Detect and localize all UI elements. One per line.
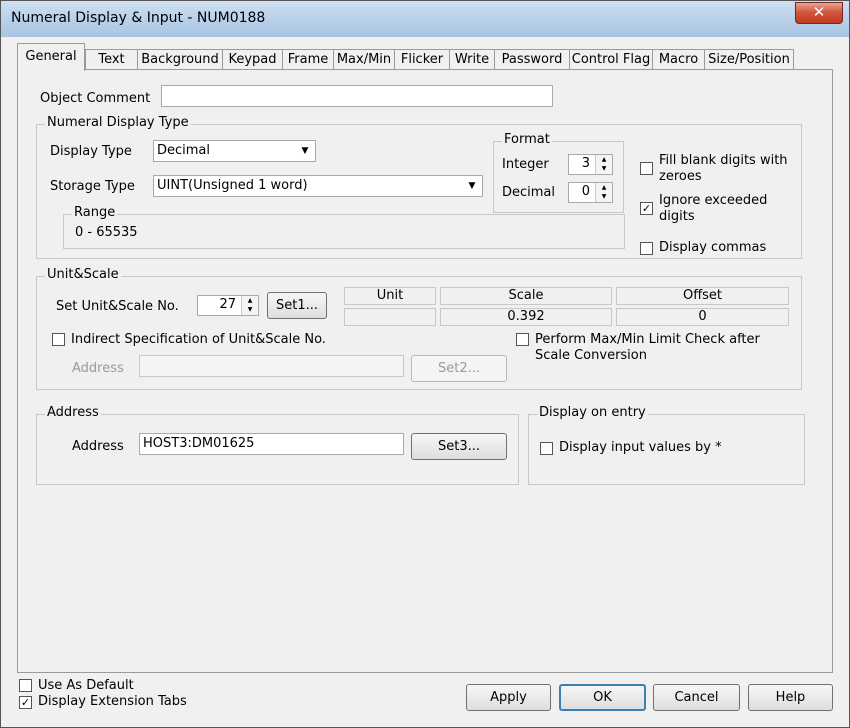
display-type-label: Display Type [50, 144, 132, 159]
unit-scale-title: Unit&Scale [45, 267, 121, 282]
spin-up-icon: ▲ [247, 297, 253, 304]
numeral-display-type-group: Numeral Display Type Display Type Decima… [36, 115, 802, 259]
storage-type-label: Storage Type [50, 179, 135, 194]
unit-scale-no-stepper[interactable]: 27 ▲ ▼ [197, 295, 259, 316]
tab-password[interactable]: Password [494, 49, 570, 70]
decimal-stepper[interactable]: 0 ▲ ▼ [568, 182, 613, 203]
perform-check-label-line1: Perform Max/Min Limit Check after [535, 332, 760, 347]
object-comment-label: Object Comment [40, 91, 151, 106]
address-group-title: Address [45, 405, 101, 420]
fill-blank-label: Fill blank digits with zeroes [659, 153, 788, 185]
close-button[interactable]: ✕ [795, 2, 843, 24]
use-as-default-label: Use As Default [38, 678, 134, 693]
indirect-spec-checkbox[interactable] [52, 333, 65, 346]
display-ext-tabs-label: Display Extension Tabs [38, 694, 187, 709]
display-input-values-checkbox[interactable] [540, 442, 553, 455]
integer-value: 3 [581, 156, 590, 171]
tab-max-min[interactable]: Max/Min [333, 49, 395, 70]
tab-macro[interactable]: Macro [652, 49, 705, 70]
offset-header: Offset [616, 287, 789, 305]
scale-header: Scale [440, 287, 612, 305]
chevron-down-icon: ▼ [468, 181, 476, 191]
fill-blank-label-line1: Fill blank digits with [659, 153, 788, 168]
unit-scale-address-input[interactable] [139, 355, 404, 377]
set3-button[interactable]: Set3... [411, 433, 507, 460]
ignore-exceeded-checkbox[interactable]: ✓ [640, 202, 653, 215]
decimal-label: Decimal [502, 185, 556, 200]
fill-blank-label-line2: zeroes [659, 169, 702, 184]
perform-check-label-line2: Scale Conversion [535, 348, 647, 363]
integer-stepper[interactable]: 3 ▲ ▼ [568, 154, 613, 175]
display-type-value: Decimal [157, 143, 211, 158]
fill-blank-checkbox[interactable] [640, 162, 653, 175]
tab-flicker[interactable]: Flicker [394, 49, 450, 70]
ok-button[interactable]: OK [559, 684, 646, 711]
dialog-client: General Text Background Keypad Frame Max… [9, 37, 841, 721]
spin-buttons[interactable]: ▲ ▼ [595, 183, 612, 202]
object-comment-input[interactable] [161, 85, 553, 107]
spin-buttons[interactable]: ▲ ▼ [595, 155, 612, 174]
display-ext-tabs-checkbox[interactable]: ✓ [19, 696, 32, 709]
display-input-values-label: Display input values by * [559, 440, 722, 455]
ignore-exceeded-label: Ignore exceeded digits [659, 193, 767, 225]
chevron-down-icon: ▼ [301, 146, 309, 156]
window-title: Numeral Display & Input - NUM0188 [11, 10, 266, 26]
unit-scale-no-value: 27 [219, 297, 236, 312]
unit-scale-address-label: Address [72, 361, 124, 376]
spin-down-icon: ▼ [247, 306, 253, 313]
format-title: Format [502, 132, 552, 147]
offset-value: 0 [616, 308, 789, 326]
address-label: Address [72, 439, 124, 454]
title-bar[interactable]: Numeral Display & Input - NUM0188 ✕ [1, 1, 849, 37]
spin-buttons[interactable]: ▲ ▼ [241, 296, 258, 315]
indirect-spec-label: Indirect Specification of Unit&Scale No. [71, 332, 326, 347]
range-value: 0 - 65535 [75, 225, 138, 240]
storage-type-select[interactable]: UINT(Unsigned 1 word) ▼ [153, 175, 483, 197]
spin-down-icon: ▼ [601, 165, 607, 172]
display-on-entry-title: Display on entry [537, 405, 648, 420]
perform-check-checkbox[interactable] [516, 333, 529, 346]
address-input[interactable]: HOST3:DM01625 [139, 433, 404, 455]
tab-write[interactable]: Write [449, 49, 495, 70]
display-commas-label: Display commas [659, 240, 767, 255]
set1-button[interactable]: Set1... [267, 292, 327, 319]
integer-label: Integer [502, 157, 549, 172]
tab-size-position[interactable]: Size/Position [704, 49, 794, 70]
decimal-value: 0 [581, 184, 590, 199]
format-group: Format Integer 3 ▲ ▼ Decimal 0 ▲ ▼ [493, 132, 624, 213]
tab-control-flag[interactable]: Control Flag [569, 49, 653, 70]
tab-text[interactable]: Text [85, 49, 138, 70]
display-commas-checkbox[interactable] [640, 242, 653, 255]
set2-button[interactable]: Set2... [411, 355, 507, 382]
tab-keypad[interactable]: Keypad [222, 49, 283, 70]
unit-value [344, 308, 436, 326]
range-group: Range 0 - 65535 [63, 205, 625, 249]
storage-type-value: UINT(Unsigned 1 word) [157, 178, 308, 193]
spin-up-icon: ▲ [601, 184, 607, 191]
apply-button[interactable]: Apply [466, 684, 551, 711]
dialog-window: Numeral Display & Input - NUM0188 ✕ Gene… [0, 0, 850, 728]
numeral-display-type-title: Numeral Display Type [45, 115, 191, 130]
unit-header: Unit [344, 287, 436, 305]
tab-general[interactable]: General [17, 43, 85, 71]
spin-up-icon: ▲ [601, 156, 607, 163]
tab-background[interactable]: Background [137, 49, 223, 70]
tab-frame[interactable]: Frame [282, 49, 334, 70]
use-as-default-checkbox[interactable] [19, 679, 32, 692]
spin-down-icon: ▼ [601, 193, 607, 200]
display-on-entry-group: Display on entry Display input values by… [528, 405, 805, 485]
scale-value: 0.392 [440, 308, 612, 326]
address-group: Address Address HOST3:DM01625 Set3... [36, 405, 519, 485]
cancel-button[interactable]: Cancel [653, 684, 740, 711]
general-tab-panel: Object Comment Numeral Display Type Disp… [17, 69, 833, 673]
ignore-exceeded-label-line2: digits [659, 209, 695, 224]
set-unit-scale-label: Set Unit&Scale No. [56, 299, 179, 314]
perform-check-label: Perform Max/Min Limit Check after Scale C… [535, 332, 760, 364]
display-type-select[interactable]: Decimal ▼ [153, 140, 316, 162]
help-button[interactable]: Help [748, 684, 833, 711]
ignore-exceeded-label-line1: Ignore exceeded [659, 193, 768, 208]
unit-scale-group: Unit&Scale Set Unit&Scale No. 27 ▲ ▼ Set1… [36, 267, 802, 390]
range-title: Range [72, 205, 118, 220]
